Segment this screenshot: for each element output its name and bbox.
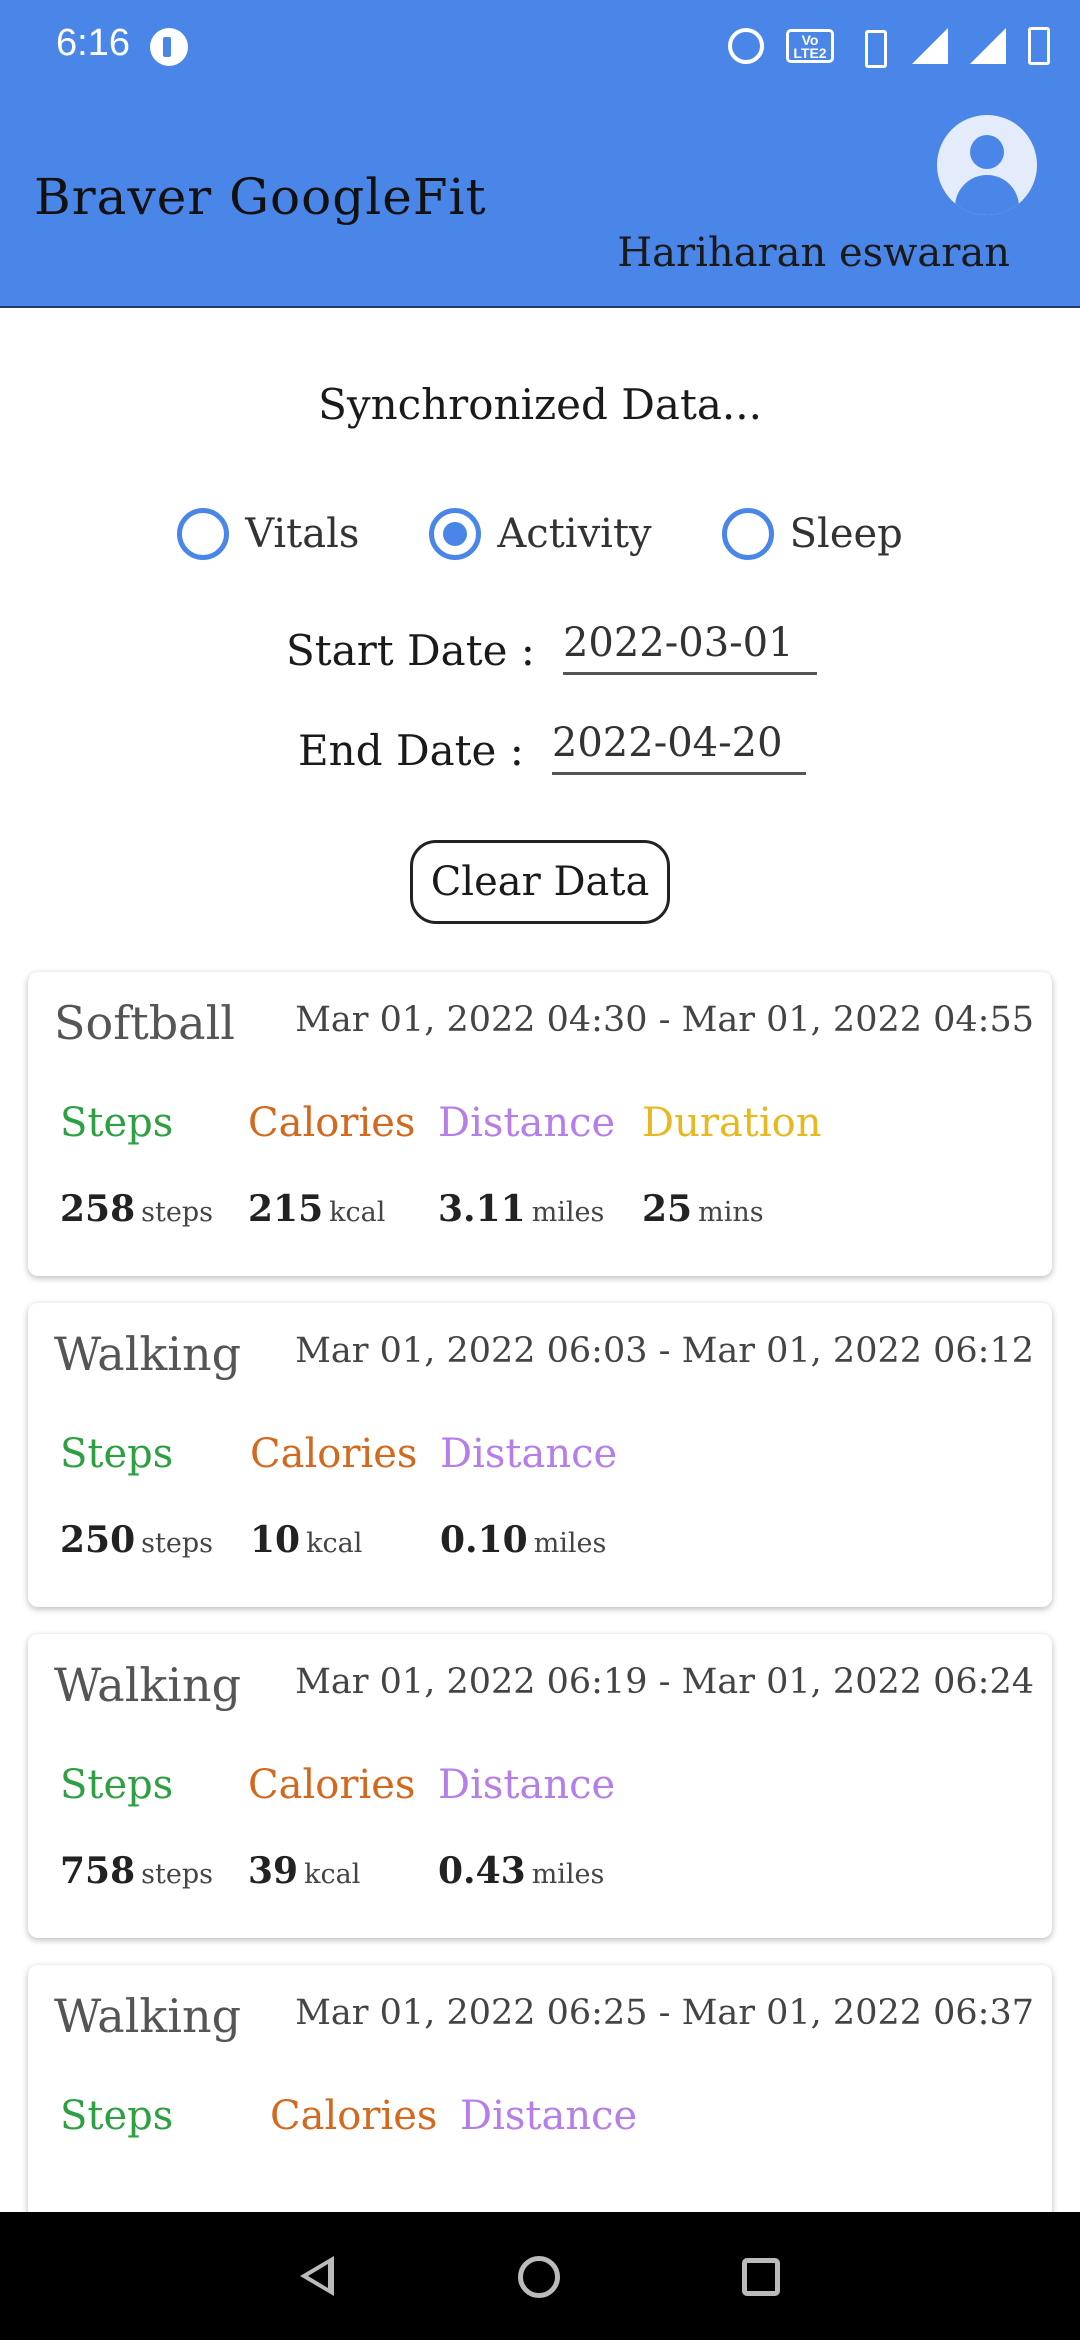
activity-time-range: Mar 01, 2022 04:30 - Mar 01, 2022 04:55 [295,1000,1034,1040]
calories-unit: kcal [306,1528,363,1559]
distance-value: 0.10 miles [440,1519,606,1561]
steps-unit: steps [141,1859,213,1890]
calories-value: 39 kcal [248,1850,360,1892]
end-date-row: End Date : 2022-04-20 [298,720,806,775]
start-date-row: Start Date : 2022-03-01 [286,620,817,675]
vibrate-icon [856,28,890,68]
distance-value: 0.43 miles [438,1850,604,1892]
network-signal-icon [970,28,1006,64]
avatar-body [955,175,1019,215]
calories-label: Calories [270,2093,438,2139]
distance-label: Distance [438,1100,616,1146]
notification-icon [150,28,188,66]
calories-number: 39 [248,1850,299,1892]
start-date-label: Start Date : [286,626,535,675]
activity-card[interactable]: Walking Mar 01, 2022 06:25 - Mar 01, 202… [28,1965,1052,2225]
end-date-label: End Date : [298,726,524,775]
alarm-icon [728,28,764,64]
avatar-head [970,135,1004,169]
radio-label: Vitals [245,511,360,557]
distance-label: Distance [460,2093,638,2139]
duration-number: 25 [642,1188,693,1230]
activity-card[interactable]: Walking Mar 01, 2022 06:19 - Mar 01, 202… [28,1634,1052,1938]
calories-label: Calories [250,1431,418,1477]
status-bar: 6:16 Vo LTE2 [0,0,1080,92]
activity-name: Walking [54,1658,242,1712]
distance-unit: miles [531,1197,605,1228]
steps-number: 250 [60,1519,136,1561]
steps-value: 250 steps [60,1519,213,1561]
radio-button-icon[interactable] [177,508,230,560]
steps-label: Steps [60,1762,174,1808]
steps-unit: steps [141,1197,213,1228]
distance-label: Distance [440,1431,618,1477]
distance-number: 0.43 [438,1850,526,1892]
system-nav-bar [0,2212,1080,2340]
radio-activity[interactable]: Activity [429,508,652,560]
recents-icon[interactable] [742,2258,780,2296]
distance-unit: miles [533,1528,607,1559]
calories-number: 215 [248,1188,324,1230]
activity-card[interactable]: Softball Mar 01, 2022 04:30 - Mar 01, 20… [28,972,1052,1276]
duration-value: 25 mins [642,1188,764,1230]
signal-icon [912,28,948,64]
back-icon[interactable] [300,2256,334,2296]
calories-value: 215 kcal [248,1188,385,1230]
app-title: Braver GoogleFit [34,168,487,226]
clear-data-button[interactable]: Clear Data [410,840,670,924]
battery-icon [1028,27,1050,65]
steps-unit: steps [141,1528,213,1559]
steps-number: 758 [60,1850,136,1892]
radio-button-checked-icon[interactable] [429,508,482,560]
steps-label: Steps [60,1431,174,1477]
home-icon[interactable] [518,2256,560,2298]
avatar-icon[interactable] [937,115,1037,215]
distance-label: Distance [438,1762,616,1808]
end-date-input[interactable]: 2022-04-20 [551,720,806,775]
distance-unit: miles [531,1859,605,1890]
activity-name: Walking [54,1989,242,2043]
steps-value: 758 steps [60,1850,213,1892]
activity-time-range: Mar 01, 2022 06:19 - Mar 01, 2022 06:24 [295,1662,1034,1702]
duration-label: Duration [642,1100,822,1146]
radio-label: Sleep [789,511,903,557]
activity-time-range: Mar 01, 2022 06:03 - Mar 01, 2022 06:12 [295,1331,1034,1371]
distance-value: 3.11 miles [438,1188,604,1230]
sync-title: Synchronized Data... [318,380,762,429]
radio-button-icon[interactable] [721,508,774,560]
steps-value: 258 steps [60,1188,213,1230]
activity-card[interactable]: Walking Mar 01, 2022 06:03 - Mar 01, 202… [28,1303,1052,1607]
distance-number: 0.10 [440,1519,528,1561]
user-name: Hariharan eswaran [617,230,1010,276]
calories-value: 10 kcal [250,1519,362,1561]
steps-number: 258 [60,1188,136,1230]
status-icons: Vo LTE2 [728,26,1050,68]
activity-name: Softball [54,996,236,1050]
calories-unit: kcal [329,1197,386,1228]
steps-label: Steps [60,2093,174,2139]
calories-unit: kcal [304,1859,361,1890]
calories-label: Calories [248,1762,416,1808]
data-type-radio-group: Vitals Activity Sleep [0,508,1080,560]
radio-sleep[interactable]: Sleep [721,508,903,560]
distance-number: 3.11 [438,1188,526,1230]
calories-label: Calories [248,1100,416,1146]
radio-label: Activity [497,511,652,557]
activity-time-range: Mar 01, 2022 06:25 - Mar 01, 2022 06:37 [295,1993,1034,2033]
volte-icon: Vo LTE2 [786,29,834,63]
start-date-input[interactable]: 2022-03-01 [562,620,817,675]
duration-unit: mins [698,1197,764,1228]
calories-number: 10 [250,1519,301,1561]
status-time: 6:16 [56,22,130,64]
radio-vitals[interactable]: Vitals [177,508,359,560]
app-bar: 6:16 Vo LTE2 Braver GoogleFit Hariharan … [0,0,1080,308]
activity-name: Walking [54,1327,242,1381]
steps-label: Steps [60,1100,174,1146]
